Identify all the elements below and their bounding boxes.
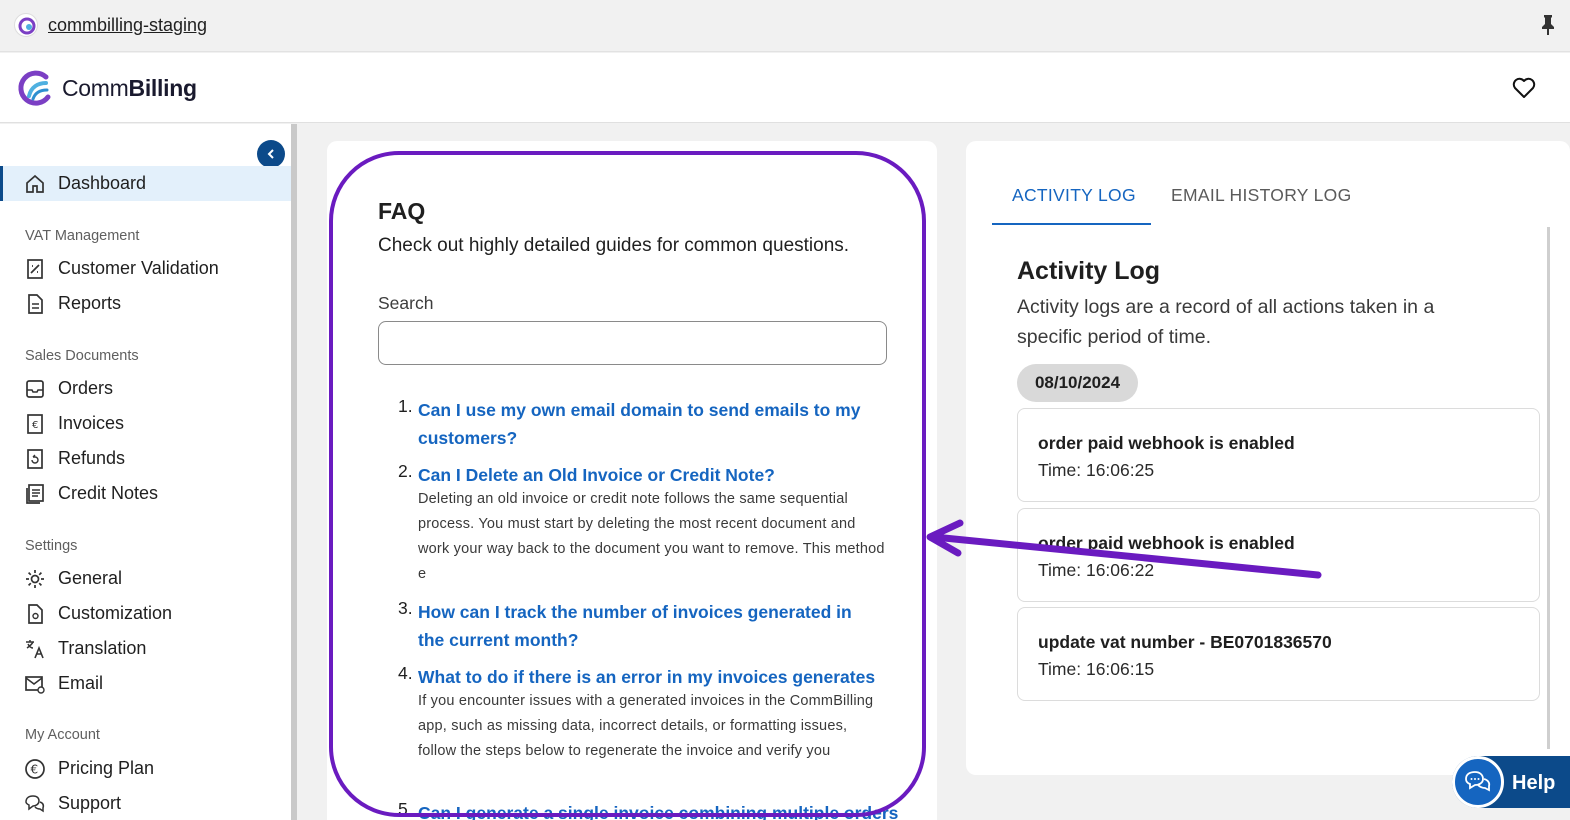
sidebar-item-credit-notes[interactable]: Credit Notes (0, 476, 291, 511)
validation-icon (24, 258, 46, 280)
sidebar-item-label: Orders (58, 378, 114, 398)
tab-email-history-log[interactable]: EMAIL HISTORY LOG (1171, 185, 1351, 206)
log-item: update vat number - BE0701836570 Time: 1… (1017, 607, 1540, 701)
sidebar-item-label: Customer Validation (58, 258, 219, 278)
faq-title: FAQ (378, 198, 426, 224)
customize-icon (24, 603, 46, 625)
sidebar-item-label: Credit Notes (58, 483, 159, 503)
sidebar-item-label: General (58, 568, 123, 588)
translate-icon (24, 638, 46, 660)
euro-icon: € (24, 758, 46, 780)
log-item: order paid webhook is enabled Time: 16:0… (1017, 508, 1540, 602)
sidebar-item-label: Pricing Plan (58, 758, 155, 778)
sidebar-item-orders[interactable]: Orders (0, 371, 291, 406)
section-title-sales: Sales Documents (25, 348, 139, 364)
commbilling-logo-icon (16, 69, 54, 107)
favorite-heart-icon[interactable] (1512, 77, 1536, 99)
faq-number: 1. (398, 396, 413, 416)
activity-scrollbar[interactable] (1547, 227, 1550, 749)
sidebar-item-customer-validation[interactable]: Customer Validation (0, 251, 291, 286)
brand-name: CommBilling (62, 75, 197, 101)
section-title-vat: VAT Management (25, 228, 140, 244)
app-header: CommBilling (0, 53, 1570, 123)
browser-bar: commbilling-staging (0, 0, 1570, 52)
log-time: Time: 16:06:22 (1038, 560, 1155, 580)
pin-icon[interactable] (1538, 14, 1558, 36)
section-title-account: My Account (25, 727, 100, 743)
collapse-sidebar-button[interactable] (257, 140, 285, 168)
faq-question-link[interactable]: Can I Delete an Old Invoice or Credit No… (418, 461, 878, 489)
chevron-left-icon (267, 149, 274, 159)
activity-description: Activity logs are a record of all action… (1017, 296, 1435, 348)
site-name-link[interactable]: commbilling-staging (48, 15, 207, 36)
sidebar-item-label: Translation (58, 638, 147, 658)
faq-answer-preview: If you encounter issues with a generated… (418, 693, 874, 759)
sidebar-item-refunds[interactable]: Refunds (0, 441, 291, 476)
sidebar-item-invoices[interactable]: € Invoices (0, 406, 291, 441)
sidebar-item-label: Customization (58, 603, 173, 623)
log-title: order paid webhook is enabled (1038, 433, 1295, 453)
gear-icon (24, 568, 46, 590)
log-title: update vat number - BE0701836570 (1038, 632, 1332, 652)
help-chat-icon[interactable] (1452, 756, 1504, 808)
sidebar-item-label: Support (58, 793, 122, 813)
faq-number: 3. (398, 598, 413, 618)
search-label: Search (378, 293, 434, 313)
sidebar-item-label: Invoices (58, 413, 125, 433)
sidebar-item-pricing-plan[interactable]: € Pricing Plan (0, 751, 291, 786)
sidebar-item-translation[interactable]: Translation (0, 631, 291, 666)
chat-icon (24, 793, 46, 815)
sidebar-scrollbar[interactable] (291, 124, 297, 820)
faq-question-link[interactable]: How can I track the number of invoices g… (418, 598, 878, 654)
faq-number: 2. (398, 461, 413, 481)
sidebar-item-label: Email (58, 673, 104, 693)
log-time: Time: 16:06:25 (1038, 460, 1155, 480)
date-chip: 08/10/2024 (1017, 364, 1138, 402)
sidebar-item-label: Reports (58, 293, 122, 313)
activity-title: Activity Log (1017, 257, 1161, 285)
sidebar-item-label: Refunds (58, 448, 126, 468)
sidebar-item-general[interactable]: General (0, 561, 291, 596)
sidebar-item-label: Dashboard (58, 173, 147, 193)
sidebar-item-dashboard[interactable]: Dashboard (0, 166, 291, 201)
invoice-icon: € (24, 413, 46, 435)
help-label: Help (1512, 772, 1556, 794)
home-icon (24, 173, 46, 195)
sidebar-item-email[interactable]: Email (0, 666, 291, 701)
active-tab-indicator (992, 223, 1151, 225)
log-item: order paid webhook is enabled Time: 16:0… (1017, 408, 1540, 502)
faq-search-input[interactable] (378, 321, 887, 365)
svg-text:€: € (32, 420, 38, 431)
faq-question-link[interactable]: What to do if there is an error in my in… (418, 663, 878, 691)
inbox-icon (24, 378, 46, 400)
faq-question-link[interactable]: Can I use my own email domain to send em… (418, 396, 878, 452)
faq-number: 4. (398, 663, 413, 683)
faq-answer-preview: Deleting an old invoice or credit note f… (418, 491, 885, 582)
email-icon (24, 673, 46, 695)
refund-icon (24, 448, 46, 470)
sidebar-item-reports[interactable]: Reports (0, 286, 291, 321)
sidebar-item-customization[interactable]: Customization (0, 596, 291, 631)
faq-subtitle: Check out highly detailed guides for com… (378, 235, 850, 256)
svg-text:€: € (31, 763, 39, 777)
site-favicon-icon (14, 13, 38, 37)
log-time: Time: 16:06:15 (1038, 659, 1155, 679)
log-title: order paid webhook is enabled (1038, 533, 1295, 553)
tab-activity-log[interactable]: ACTIVITY LOG (1012, 185, 1136, 206)
section-title-settings: Settings (25, 538, 78, 554)
faq-number: 5. (398, 799, 413, 819)
faq-question-link[interactable]: Can I generate a single invoice combinin… (418, 799, 898, 820)
notes-icon (24, 483, 46, 505)
sidebar-item-support[interactable]: Support (0, 786, 291, 820)
document-icon (24, 293, 46, 315)
